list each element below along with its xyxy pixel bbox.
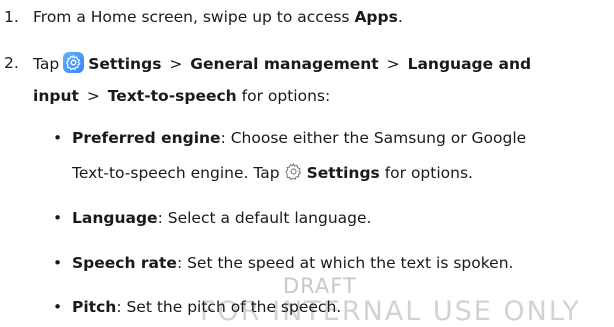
settings-gear-outline-icon: [284, 162, 303, 185]
bullet: •: [53, 209, 63, 227]
step-text-line2: input > Text-to-speech for options:: [33, 87, 331, 105]
settings-gear-icon: [63, 52, 85, 73]
speech-rate-term: Speech rate: [72, 254, 177, 272]
preferred-engine-term: Preferred engine: [72, 129, 221, 147]
bullet: •: [53, 129, 63, 147]
language-and-term: Language and: [407, 55, 532, 73]
general-management-term: General management: [190, 55, 379, 73]
step-text-line1: Tap Settings > General management > Langu…: [33, 52, 531, 73]
tts-term: Text-to-speech: [107, 87, 237, 105]
settings-term: Settings: [306, 164, 380, 182]
pitch-term: Pitch: [72, 298, 117, 316]
watermark-draft: DRAFT: [283, 274, 357, 298]
step-number: 2.: [4, 54, 19, 72]
input-term: input: [33, 87, 79, 105]
settings-term: Settings: [88, 55, 162, 73]
step-number: 1.: [4, 8, 19, 26]
language-term: Language: [72, 209, 158, 227]
bullet: •: [53, 254, 63, 272]
step-text: From a Home screen, swipe up to access A…: [33, 8, 403, 26]
bullet: •: [53, 298, 63, 316]
apps-term: Apps: [354, 8, 398, 26]
